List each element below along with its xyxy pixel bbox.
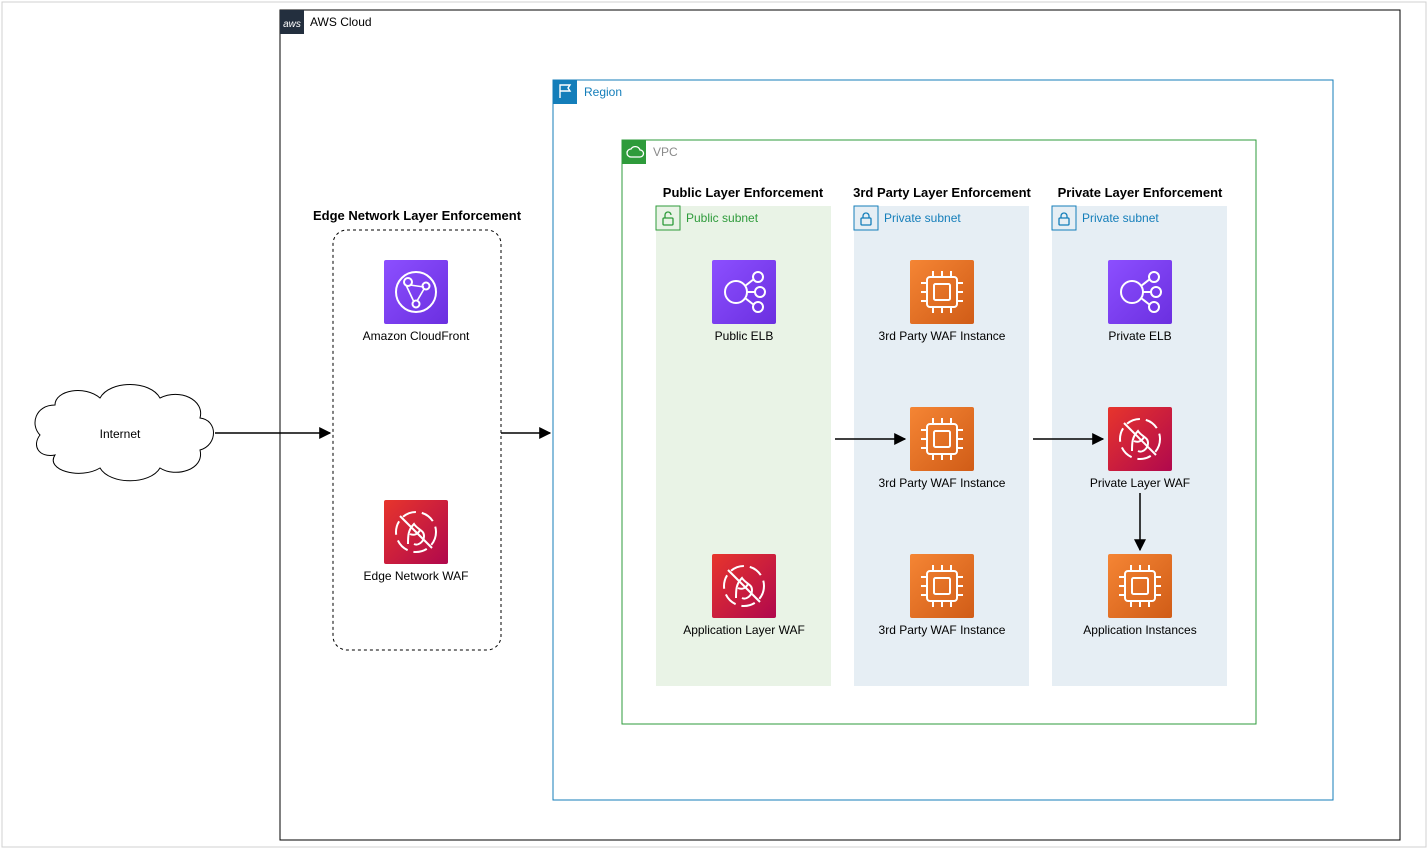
service-waf-instance-3 [910, 554, 974, 618]
svg-text:Private Layer Enforcement: Private Layer Enforcement [1058, 185, 1223, 200]
waf3-label: 3rd Party WAF Instance [879, 623, 1006, 637]
service-public-elb [712, 260, 776, 324]
internet-label: Internet [100, 427, 141, 441]
edge-waf-label: Edge Network WAF [364, 569, 469, 583]
aws-cloud-label: AWS Cloud [310, 15, 372, 29]
public-elb-label: Public ELB [715, 329, 774, 343]
waf2-label: 3rd Party WAF Instance [879, 476, 1006, 490]
third-subnet-label: Private subnet [884, 211, 961, 225]
group-aws-cloud: aws AWS Cloud [280, 10, 1400, 840]
service-private-elb [1108, 260, 1172, 324]
private-waf-label: Private Layer WAF [1090, 476, 1190, 490]
service-app-instances [1108, 554, 1172, 618]
waf1-label: 3rd Party WAF Instance [879, 329, 1006, 343]
cloudfront-label: Amazon CloudFront [363, 329, 470, 343]
aws-icon: aws [283, 19, 301, 30]
app-waf-label: Application Layer WAF [683, 623, 805, 637]
svg-text:Edge Network Layer Enforcement: Edge Network Layer Enforcement [313, 208, 522, 223]
architecture-diagram: aws AWS Cloud Region VPC Internet Edge N… [0, 0, 1428, 849]
public-subnet-label: Public subnet [686, 211, 759, 225]
app-instances-label: Application Instances [1083, 623, 1196, 637]
private-elb-label: Private ELB [1108, 329, 1171, 343]
region-label: Region [584, 85, 622, 99]
service-edge-waf [384, 500, 448, 564]
vpc-label: VPC [653, 145, 678, 159]
service-private-waf [1108, 407, 1172, 471]
service-waf-instance-2 [910, 407, 974, 471]
svg-text:3rd Party Layer Enforcement: 3rd Party Layer Enforcement [853, 185, 1031, 200]
service-cloudfront [384, 260, 448, 324]
service-app-layer-waf [712, 554, 776, 618]
internet-node: Internet [35, 385, 214, 481]
private-subnet-label: Private subnet [1082, 211, 1159, 225]
service-waf-instance-1 [910, 260, 974, 324]
svg-text:Public Layer Enforcement: Public Layer Enforcement [663, 185, 824, 200]
